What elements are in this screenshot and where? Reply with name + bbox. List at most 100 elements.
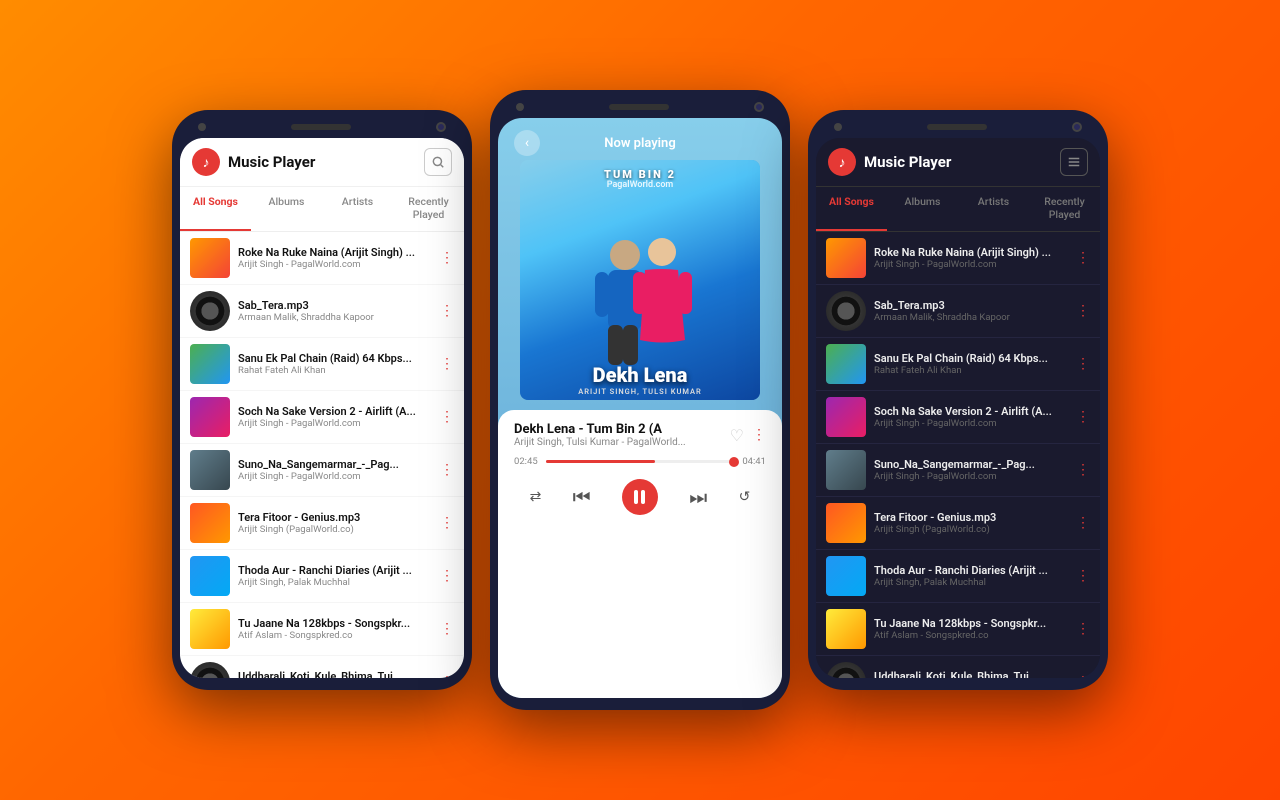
song-item-4[interactable]: Soch Na Sake Version 2 - Airlift (A... A… (180, 391, 464, 444)
song-item-8[interactable]: Tu Jaane Na 128kbps - Songspkr... Atif A… (180, 603, 464, 656)
song-more-1[interactable]: ⋮ (440, 250, 454, 266)
tab-albums-light[interactable]: Albums (251, 187, 322, 231)
next-button[interactable]: ⏭ (689, 485, 707, 509)
phone-player: ‹ Now playing TUM BIN 2 PagalWorld.com (490, 90, 790, 710)
d-song-more-4[interactable]: ⋮ (1076, 409, 1090, 425)
screen-light: ♪ Music Player All Songs Albums Artists … (180, 138, 464, 678)
tab-recently-played-dark[interactable]: Recently Played (1029, 187, 1100, 231)
song-item-3[interactable]: Sanu Ek Pal Chain (Raid) 64 Kbps... Raha… (180, 338, 464, 391)
phones-container: ♪ Music Player All Songs Albums Artists … (172, 90, 1108, 710)
d-song-item-9[interactable]: Uddharali_Koti_Kule_Bhima_Tuj... unknown… (816, 656, 1100, 678)
song-thumb-8 (190, 609, 230, 649)
song-more-4[interactable]: ⋮ (440, 409, 454, 425)
song-item-9[interactable]: Uddharali_Koti_Kule_Bhima_Tuj... unknown… (180, 656, 464, 678)
song-title-8: Tu Jaane Na 128kbps - Songspkr... (238, 617, 436, 630)
song-item-2[interactable]: Sab_Tera.mp3 Armaan Malik, Shraddha Kapo… (180, 285, 464, 338)
np-song-info-row: Dekh Lena - Tum Bin 2 (A Arijit Singh, T… (514, 422, 766, 448)
d-song-more-2[interactable]: ⋮ (1076, 303, 1090, 319)
song-title-5: Suno_Na_Sangemarmar_-_Pag... (238, 458, 436, 471)
prev-button[interactable]: ⏮ (573, 485, 591, 509)
notch-bar-3 (816, 122, 1100, 138)
phone-light: ♪ Music Player All Songs Albums Artists … (172, 110, 472, 690)
song-list-light: Roke Na Ruke Naina (Arijit Singh) ... Ar… (180, 232, 464, 678)
song-item-1[interactable]: Roke Na Ruke Naina (Arijit Singh) ... Ar… (180, 232, 464, 285)
song-artist-3: Rahat Fateh Ali Khan (238, 365, 436, 376)
repeat-button[interactable]: ↺ (739, 489, 751, 505)
d-song-more-7[interactable]: ⋮ (1076, 568, 1090, 584)
song-more-2[interactable]: ⋮ (440, 303, 454, 319)
d-song-thumb-8 (826, 609, 866, 649)
d-song-more-8[interactable]: ⋮ (1076, 621, 1090, 637)
heart-button[interactable]: ♡ (730, 426, 744, 445)
song-thumb-4 (190, 397, 230, 437)
d-song-more-6[interactable]: ⋮ (1076, 515, 1090, 531)
camera-3 (1072, 122, 1082, 132)
d-song-info-7: Thoda Aur - Ranchi Diaries (Arijit ... A… (874, 564, 1072, 588)
d-song-item-1[interactable]: Roke Na Ruke Naina (Arijit Singh) ... Ar… (816, 232, 1100, 285)
song-item-6[interactable]: Tera Fitoor - Genius.mp3 Arijit Singh (P… (180, 497, 464, 550)
app-logo-light: ♪ (192, 148, 220, 176)
tabs-dark: All Songs Albums Artists Recently Played (816, 187, 1100, 232)
d-song-item-4[interactable]: Soch Na Sake Version 2 - Airlift (A... A… (816, 391, 1100, 444)
menu-button-dark[interactable] (1060, 148, 1088, 176)
d-song-item-8[interactable]: Tu Jaane Na 128kbps - Songspkr... Atif A… (816, 603, 1100, 656)
np-header: ‹ Now playing (498, 118, 782, 160)
app-logo-dark: ♪ (828, 148, 856, 176)
d-song-thumb-3 (826, 344, 866, 384)
song-item-5[interactable]: Suno_Na_Sangemarmar_-_Pag... Arijit Sing… (180, 444, 464, 497)
d-song-more-1[interactable]: ⋮ (1076, 250, 1090, 266)
song-more-7[interactable]: ⋮ (440, 568, 454, 584)
tab-all-songs-light[interactable]: All Songs (180, 187, 251, 231)
pause-button[interactable] (622, 479, 658, 515)
song-more-9[interactable]: ⋮ (440, 674, 454, 678)
tab-artists-light[interactable]: Artists (322, 187, 393, 231)
progress-fill (546, 460, 655, 463)
player-controls: ⇄ ⏮ ⏭ ↺ (514, 479, 766, 515)
song-artist-6: Arijit Singh (PagalWorld.co) (238, 524, 436, 535)
tab-artists-dark[interactable]: Artists (958, 187, 1029, 231)
song-more-6[interactable]: ⋮ (440, 515, 454, 531)
song-item-7[interactable]: Thoda Aur - Ranchi Diaries (Arijit ... A… (180, 550, 464, 603)
np-more-button[interactable]: ⋮ (752, 427, 766, 443)
watermark-overlay: PagalWorld.com (520, 180, 760, 190)
d-song-more-5[interactable]: ⋮ (1076, 462, 1090, 478)
notch-dot-1 (198, 123, 206, 131)
tab-recently-played-light[interactable]: Recently Played (393, 187, 464, 231)
song-list-dark: Roke Na Ruke Naina (Arijit Singh) ... Ar… (816, 232, 1100, 678)
song-more-8[interactable]: ⋮ (440, 621, 454, 637)
song-title-7: Thoda Aur - Ranchi Diaries (Arijit ... (238, 564, 436, 577)
song-title-3: Sanu Ek Pal Chain (Raid) 64 Kbps... (238, 352, 436, 365)
tab-albums-dark[interactable]: Albums (887, 187, 958, 231)
back-button[interactable]: ‹ (514, 130, 540, 156)
song-more-5[interactable]: ⋮ (440, 462, 454, 478)
d-song-artist-8: Atif Aslam - Songspkred.co (874, 630, 1072, 641)
d-song-more-3[interactable]: ⋮ (1076, 356, 1090, 372)
d-song-title-8: Tu Jaane Na 128kbps - Songspkr... (874, 617, 1072, 630)
app-title-dark: Music Player (864, 153, 1060, 171)
d-song-more-9[interactable]: ⋮ (1076, 674, 1090, 678)
d-song-item-5[interactable]: Suno_Na_Sangemarmar_-_Pag... Arijit Sing… (816, 444, 1100, 497)
d-song-item-7[interactable]: Thoda Aur - Ranchi Diaries (Arijit ... A… (816, 550, 1100, 603)
d-song-item-6[interactable]: Tera Fitoor - Genius.mp3 Arijit Singh (P… (816, 497, 1100, 550)
song-info-3: Sanu Ek Pal Chain (Raid) 64 Kbps... Raha… (238, 352, 436, 376)
np-song-name: Dekh Lena - Tum Bin 2 (A (514, 422, 730, 437)
song-info-4: Soch Na Sake Version 2 - Airlift (A... A… (238, 405, 436, 429)
tab-all-songs-dark[interactable]: All Songs (816, 187, 887, 231)
d-song-title-9: Uddharali_Koti_Kule_Bhima_Tuj... (874, 670, 1072, 678)
screen-dark: ♪ Music Player All Songs Albums Artists … (816, 138, 1100, 678)
song-info-8: Tu Jaane Na 128kbps - Songspkr... Atif A… (238, 617, 436, 641)
d-song-item-2[interactable]: Sab_Tera.mp3 Armaan Malik, Shraddha Kapo… (816, 285, 1100, 338)
song-more-3[interactable]: ⋮ (440, 356, 454, 372)
d-song-artist-1: Arijit Singh - PagalWorld.com (874, 259, 1072, 270)
shuffle-button[interactable]: ⇄ (530, 489, 542, 505)
song-thumb-9 (190, 662, 230, 678)
progress-bar[interactable] (546, 460, 735, 463)
search-button-light[interactable] (424, 148, 452, 176)
couple-art (570, 220, 710, 370)
song-artist-8: Atif Aslam - Songspkred.co (238, 630, 436, 641)
music-note-icon: ♪ (203, 154, 210, 171)
dekh-lena-text: Dekh Lena (528, 363, 752, 387)
d-song-item-3[interactable]: Sanu Ek Pal Chain (Raid) 64 Kbps... Raha… (816, 338, 1100, 391)
d-song-thumb-2 (826, 291, 866, 331)
d-song-artist-4: Arijit Singh - PagalWorld.com (874, 418, 1072, 429)
